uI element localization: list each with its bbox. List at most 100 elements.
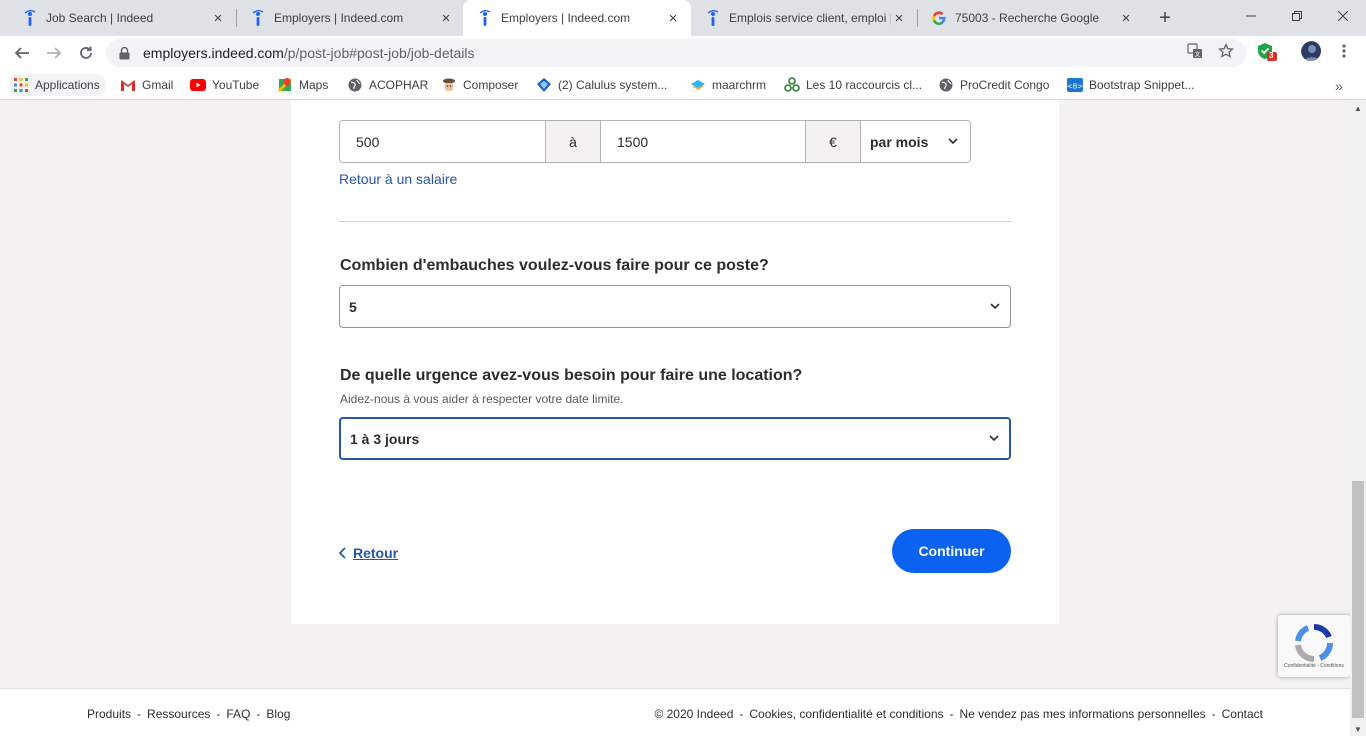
page-viewport: 500 à 1500 € par mois Retour à un salair…	[0, 101, 1350, 736]
reload-icon	[80, 46, 92, 59]
bookmark-gmail[interactable]: Gmail	[120, 74, 173, 96]
bookmark-composer[interactable]: Composer	[441, 74, 518, 96]
bookmark-raccourcis[interactable]: Les 10 raccourcis cl...	[784, 74, 922, 96]
page-scrollbar[interactable]: ▲ ▼	[1350, 101, 1366, 736]
salary-range: 500 à 1500 € par mois	[339, 120, 971, 163]
continue-button[interactable]: Continuer	[892, 529, 1011, 573]
reload-button[interactable]	[72, 39, 100, 67]
restore-icon	[1292, 11, 1302, 21]
bookmark-maps[interactable]: Maps	[277, 74, 328, 96]
bookmark-maarchrm[interactable]: maarchrm	[690, 74, 766, 96]
bookmark-label: Maps	[299, 78, 329, 92]
chevron-down-icon	[946, 135, 960, 149]
indeed-icon	[477, 10, 493, 26]
bookmark-label: Applications	[35, 78, 100, 92]
scrollbar-thumb[interactable]	[1352, 481, 1364, 718]
bookmark-label: maarchrm	[712, 78, 767, 92]
composer-icon	[441, 77, 457, 93]
maps-icon	[277, 77, 293, 93]
salary-min-input[interactable]: 500	[340, 121, 545, 162]
back-link[interactable]: Retour	[339, 545, 398, 561]
chevron-down-icon	[988, 300, 1002, 314]
recaptcha-text[interactable]: Confidentialité - Conditions	[1282, 663, 1346, 669]
indeed-icon	[705, 10, 721, 26]
urgency-help-text: Aidez-nous à vous aider à respecter votr…	[340, 392, 624, 406]
close-icon[interactable]: ×	[210, 10, 226, 27]
bookmark-label: YouTube	[212, 78, 260, 92]
footer-link-do-not-sell[interactable]: Ne vendez pas mes informations personnel…	[960, 707, 1206, 721]
back-to-salary-link[interactable]: Retour à un salaire	[339, 171, 457, 187]
back-link-label: Retour	[353, 545, 399, 561]
tab-employers-1[interactable]: Employers | Indeed.com ×	[236, 0, 464, 36]
salary-max-input[interactable]: 1500	[601, 121, 805, 162]
bookmark-applications[interactable]: Applications	[9, 74, 106, 96]
profile-avatar[interactable]	[1301, 41, 1321, 61]
address-bar[interactable]: employers.indeed.com/p/post-job#post-job…	[106, 39, 1246, 67]
chevron-down-icon	[987, 432, 1001, 446]
browser-menu-icon[interactable]	[1335, 42, 1353, 60]
footer-link-faq[interactable]: FAQ	[226, 707, 250, 721]
tab-label: Job Search | Indeed	[46, 11, 154, 25]
tab-job-search[interactable]: Job Search | Indeed ×	[8, 0, 236, 36]
avatar-icon	[1301, 41, 1321, 61]
minimize-icon	[1246, 15, 1256, 17]
extension-badge: 3	[1269, 51, 1274, 60]
recaptcha-icon	[1295, 623, 1334, 663]
footer-link-contact[interactable]: Contact	[1222, 707, 1263, 721]
forward-button[interactable]	[40, 39, 68, 67]
recaptcha-badge[interactable]: Confidentialité - Conditions	[1278, 615, 1350, 677]
bookmark-bootstrap[interactable]: <B> Bootstrap Snippet...	[1067, 74, 1194, 96]
currency-label: €	[805, 121, 861, 162]
url-text: employers.indeed.com/p/post-job#post-job…	[143, 45, 475, 61]
section-divider	[339, 221, 1012, 222]
more-bookmarks-button[interactable]: »	[1335, 78, 1343, 94]
bookmark-label: Bootstrap Snippet...	[1089, 78, 1195, 92]
salary-period-value: par mois	[870, 133, 929, 150]
footer-link-ressources[interactable]: Ressources	[147, 707, 210, 721]
page-footer: Produits - Ressources - FAQ - Blog © 2020 Inde…	[0, 688, 1350, 736]
scroll-up-icon[interactable]: ▲	[1350, 101, 1366, 115]
star-bookmark-icon[interactable]	[1217, 42, 1235, 60]
tab-employers-active[interactable]: Employers | Indeed.com ×	[463, 0, 691, 36]
scroll-down-icon[interactable]: ▼	[1350, 722, 1366, 736]
urgency-question: De quelle urgence avez-vous besoin pour …	[340, 367, 803, 384]
tab-label: Employers | Indeed.com	[501, 11, 631, 25]
chevron-left-icon	[339, 547, 346, 559]
footer-link-blog[interactable]: Blog	[266, 707, 290, 721]
window-close-button[interactable]	[1320, 0, 1366, 32]
hires-count-value: 5	[349, 298, 357, 315]
urgency-select[interactable]: 1 à 3 jours	[339, 417, 1011, 460]
close-icon[interactable]: ×	[665, 10, 681, 27]
bookmark-label: ProCredit Congo	[960, 78, 1050, 92]
footer-links-left: Produits - Ressources - FAQ - Blog	[87, 707, 291, 721]
bookmark-youtube[interactable]: YouTube	[190, 74, 259, 96]
back-button[interactable]	[8, 39, 36, 67]
tab-emplois[interactable]: Emplois service client, emploi | ×	[691, 0, 917, 36]
maarch-icon	[690, 77, 706, 93]
close-icon[interactable]: ×	[438, 10, 454, 27]
close-icon[interactable]: ×	[891, 10, 907, 27]
browser-toolbar: employers.indeed.com/p/post-job#post-job…	[0, 36, 1366, 70]
hires-count-select[interactable]: 5	[339, 285, 1011, 328]
svg-text:文: 文	[1194, 51, 1200, 59]
tab-google[interactable]: 75003 - Recherche Google ×	[917, 0, 1144, 36]
bookmark-label: (2) Calulus system...	[558, 78, 668, 92]
new-tab-button[interactable]: +	[1153, 6, 1177, 30]
salary-period-select[interactable]: par mois	[861, 121, 970, 162]
bookmark-calulus[interactable]: (2) Calulus system...	[536, 74, 667, 96]
arrow-left-icon	[14, 47, 29, 59]
minimize-button[interactable]	[1228, 0, 1274, 32]
bookmark-procredit[interactable]: ProCredit Congo	[938, 74, 1049, 96]
bookmark-acophar[interactable]: ACOPHAR	[347, 74, 428, 96]
bookmark-label: Les 10 raccourcis cl...	[806, 78, 923, 92]
footer-link-produits[interactable]: Produits	[87, 707, 131, 721]
indeed-icon	[250, 10, 266, 26]
raccourcis-icon	[784, 77, 800, 93]
extension-shield-icon[interactable]: 3	[1256, 41, 1277, 61]
footer-link-cookies[interactable]: Cookies, confidentialité et conditions	[749, 707, 943, 721]
lock-icon[interactable]	[119, 46, 131, 60]
close-icon[interactable]: ×	[1118, 10, 1134, 27]
translate-icon[interactable]: 文	[1186, 42, 1204, 60]
svg-text:<B>: <B>	[1067, 83, 1083, 91]
restore-button[interactable]	[1274, 0, 1320, 32]
